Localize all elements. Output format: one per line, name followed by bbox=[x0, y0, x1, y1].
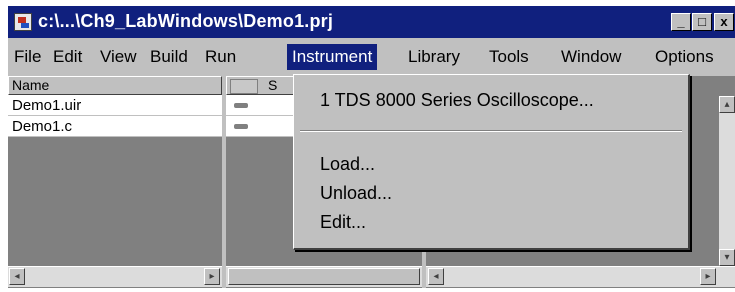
file-flag-icon bbox=[234, 103, 248, 108]
scroll-right-icon[interactable]: ▸ bbox=[700, 268, 716, 285]
menu-item-tds-8000-oscilloscope[interactable]: 1 TDS 8000 Series Oscilloscope... bbox=[320, 90, 594, 111]
menu-build[interactable]: Build bbox=[145, 44, 193, 70]
column-header-name[interactable]: Name bbox=[8, 76, 222, 95]
menu-item-load[interactable]: Load... bbox=[320, 154, 375, 175]
column-header-status-label: S bbox=[268, 77, 278, 93]
menu-item-edit[interactable]: Edit... bbox=[320, 212, 366, 233]
minimize-button[interactable]: _ bbox=[671, 13, 691, 31]
scroll-left-icon[interactable]: ◂ bbox=[428, 268, 444, 285]
menu-instrument[interactable]: Instrument bbox=[287, 44, 378, 70]
pane-splitter[interactable] bbox=[222, 76, 226, 288]
menu-separator bbox=[300, 130, 682, 132]
instrument-dropdown-menu: 1 TDS 8000 Series Oscilloscope... Load..… bbox=[293, 74, 690, 250]
vertical-scrollbar[interactable]: ▴ ▾ bbox=[719, 96, 735, 266]
menu-window[interactable]: Window bbox=[556, 44, 626, 70]
status-box-icon bbox=[230, 78, 258, 94]
menu-item-unload[interactable]: Unload... bbox=[320, 183, 392, 204]
menu-view[interactable]: View bbox=[95, 44, 142, 70]
maximize-button[interactable]: □ bbox=[692, 13, 712, 31]
menu-file[interactable]: File bbox=[9, 44, 46, 70]
title-bar[interactable]: c:\...\Ch9_LabWindows\Demo1.prj _ □ x bbox=[8, 6, 735, 38]
window-title: c:\...\Ch9_LabWindows\Demo1.prj bbox=[38, 11, 334, 31]
menu-bar: File Edit View Build Run Instrument Libr… bbox=[8, 38, 735, 74]
project-window: c:\...\Ch9_LabWindows\Demo1.prj _ □ x Fi… bbox=[8, 6, 735, 288]
scroll-up-icon[interactable]: ▴ bbox=[719, 96, 735, 113]
scroll-left-icon[interactable]: ◂ bbox=[9, 268, 25, 285]
horizontal-scrollbar[interactable] bbox=[226, 266, 422, 287]
menu-library[interactable]: Library bbox=[403, 44, 465, 70]
scroll-right-icon[interactable]: ▸ bbox=[204, 268, 220, 285]
close-button[interactable]: x bbox=[714, 13, 734, 31]
file-row[interactable]: Demo1.uir bbox=[8, 95, 222, 116]
menu-options[interactable]: Options bbox=[650, 44, 719, 70]
scroll-down-icon[interactable]: ▾ bbox=[719, 249, 735, 266]
menu-run[interactable]: Run bbox=[200, 44, 241, 70]
scroll-thumb[interactable] bbox=[228, 268, 420, 285]
file-row[interactable]: Demo1.c bbox=[8, 116, 222, 137]
project-icon bbox=[14, 13, 32, 31]
menu-tools[interactable]: Tools bbox=[484, 44, 534, 70]
horizontal-scrollbar[interactable]: ◂ ▸ bbox=[426, 266, 735, 287]
horizontal-scrollbar[interactable]: ◂ ▸ bbox=[8, 266, 222, 287]
menu-edit[interactable]: Edit bbox=[48, 44, 87, 70]
file-flag-icon bbox=[234, 124, 248, 129]
